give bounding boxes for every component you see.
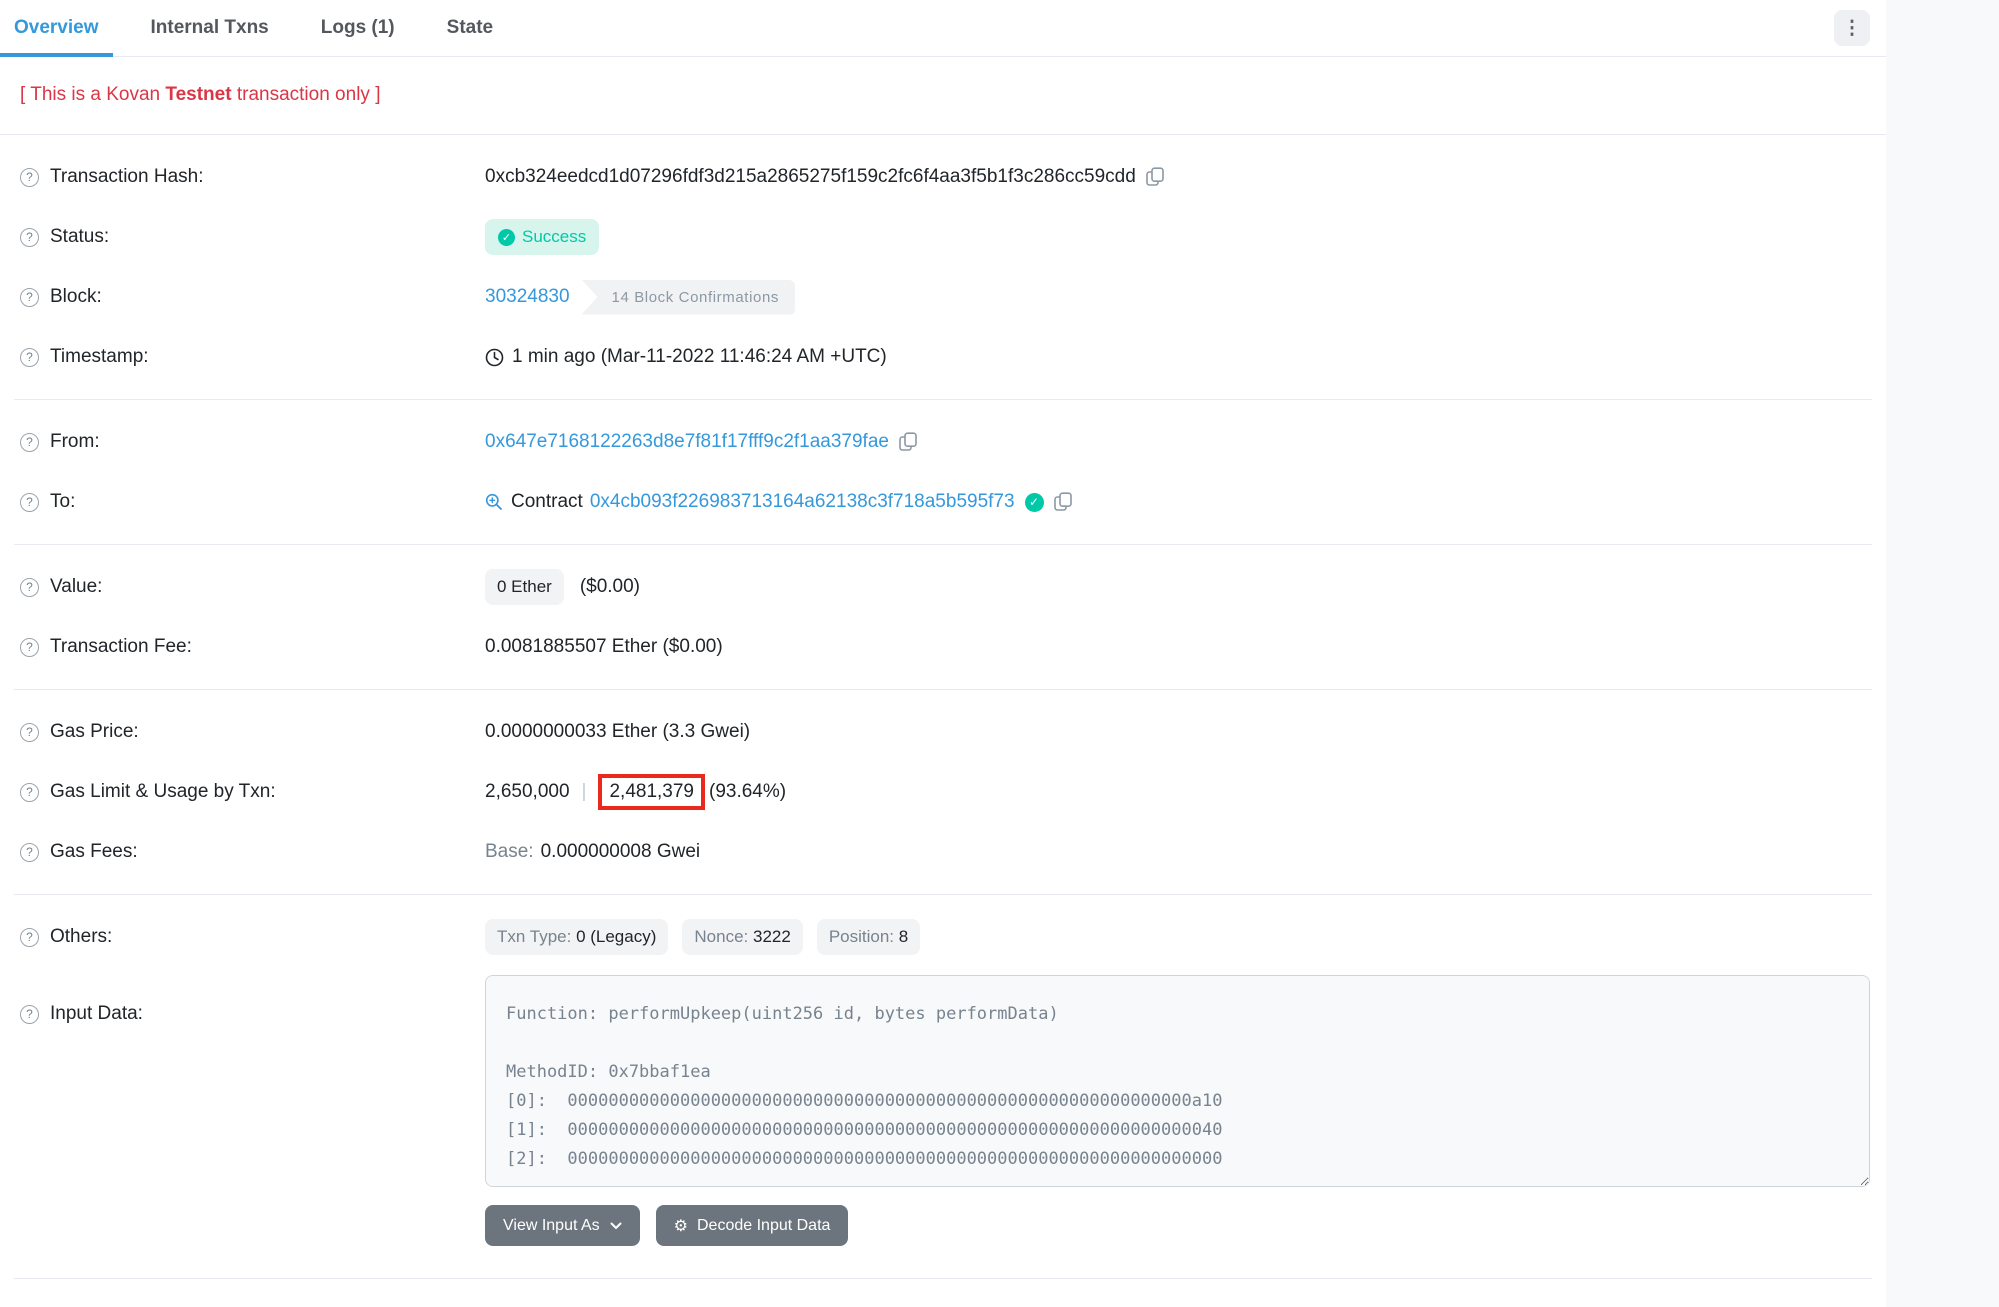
block-label: Block: — [50, 286, 102, 308]
row-from: ? From: 0x647e7168122263d8e7f81f17fff9c2f… — [14, 412, 1872, 472]
help-icon[interactable]: ? — [20, 723, 39, 742]
transaction-detail-card: Overview Internal Txns Logs (1) State ⋮ … — [0, 0, 1886, 1307]
verified-check-icon: ✓ — [1025, 493, 1044, 512]
help-icon[interactable]: ? — [20, 433, 39, 452]
help-icon[interactable]: ? — [20, 228, 39, 247]
help-icon[interactable]: ? — [20, 928, 39, 947]
tab-logs[interactable]: Logs (1) — [307, 0, 409, 56]
annotation-box: 2,481,379 — [598, 774, 705, 810]
status-label: Status: — [50, 226, 109, 248]
txn-type-badge: Txn Type: 0 (Legacy) — [485, 919, 668, 955]
status-badge: ✓ Success — [485, 219, 599, 255]
position-badge: Position: 8 — [817, 919, 920, 955]
gas-limit-value: 2,650,000 — [485, 781, 570, 803]
tab-internal-txns[interactable]: Internal Txns — [137, 0, 283, 56]
help-icon[interactable]: ? — [20, 348, 39, 367]
row-block: ? Block: 30324830 14 Block Confirmations — [14, 267, 1872, 327]
row-gas-limit-usage: ? Gas Limit & Usage by Txn: 2,650,000 | 2… — [14, 762, 1872, 822]
base-fee-label: Base: — [485, 841, 534, 863]
to-type: Contract — [511, 491, 583, 513]
row-timestamp: ? Timestamp: 1 min ago (Mar-11-2022 11:46… — [14, 327, 1872, 387]
base-fee-value: 0.000000008 Gwei — [541, 841, 701, 863]
transaction-hash-value: 0xcb324eedcd1d07296fdf3d215a2865275f159c… — [485, 166, 1136, 188]
copy-icon[interactable] — [1146, 167, 1164, 187]
gas-used-percent: (93.64%) — [709, 781, 786, 803]
timestamp-label: Timestamp: — [50, 346, 149, 368]
ether-value-badge: 0 Ether — [485, 569, 564, 605]
section-addresses: ? From: 0x647e7168122263d8e7f81f17fff9c2f… — [14, 400, 1872, 545]
value-label: Value: — [50, 576, 102, 598]
input-data-label: Input Data: — [50, 1003, 143, 1025]
testnet-notice: [ This is a Kovan Testnet transaction on… — [0, 57, 1886, 135]
separator: | — [582, 781, 587, 803]
others-label: Others: — [50, 926, 112, 948]
row-gas-fees: ? Gas Fees: Base: 0.000000008 Gwei — [14, 822, 1872, 882]
help-icon[interactable]: ? — [20, 493, 39, 512]
row-transaction-hash: ? Transaction Hash: 0xcb324eedcd1d07296fd… — [14, 147, 1872, 207]
section-others-input: ? Others: Txn Type: 0 (Legacy) Nonce: 322… — [14, 895, 1872, 1278]
help-icon[interactable]: ? — [20, 783, 39, 802]
check-circle-icon: ✓ — [498, 229, 515, 246]
help-icon[interactable]: ? — [20, 288, 39, 307]
section-gas: ? Gas Price: 0.0000000033 Ether (3.3 Gwei… — [14, 690, 1872, 895]
block-confirmations-badge: 14 Block Confirmations — [582, 280, 795, 315]
from-label: From: — [50, 431, 100, 453]
tab-bar: Overview Internal Txns Logs (1) State ⋮ — [0, 0, 1886, 57]
chevron-down-icon — [610, 1222, 622, 1230]
input-data-textarea[interactable]: Function: performUpkeep(uint256 id, byte… — [485, 975, 1870, 1187]
decode-gears-icon: ⚙ — [674, 1216, 688, 1236]
gas-fees-label: Gas Fees: — [50, 841, 138, 863]
value-usd: ($0.00) — [580, 576, 640, 598]
transaction-fee-label: Transaction Fee: — [50, 636, 192, 658]
gas-price-label: Gas Price: — [50, 721, 139, 743]
block-number-link[interactable]: 30324830 — [485, 286, 570, 308]
help-icon[interactable]: ? — [20, 638, 39, 657]
bottom-divider — [14, 1278, 1872, 1300]
copy-icon[interactable] — [1054, 492, 1072, 512]
row-others: ? Others: Txn Type: 0 (Legacy) Nonce: 322… — [14, 907, 1872, 967]
tab-overview[interactable]: Overview — [0, 0, 113, 56]
section-value-fee: ? Value: 0 Ether ($0.00) ? Transaction Fee… — [14, 545, 1872, 690]
row-transaction-fee: ? Transaction Fee: 0.0081885507 Ether ($0… — [14, 617, 1872, 677]
row-status: ? Status: ✓ Success — [14, 207, 1872, 267]
gas-limit-label: Gas Limit & Usage by Txn: — [50, 781, 276, 803]
transaction-hash-label: Transaction Hash: — [50, 166, 203, 188]
from-address-link[interactable]: 0x647e7168122263d8e7f81f17fff9c2f1aa379f… — [485, 431, 889, 453]
kebab-icon: ⋮ — [1843, 17, 1862, 40]
status-value: Success — [522, 227, 586, 247]
copy-icon[interactable] — [899, 432, 917, 452]
gas-used-value: 2,481,379 — [609, 781, 694, 802]
decode-input-data-button[interactable]: ⚙ Decode Input Data — [656, 1205, 849, 1246]
row-to: ? To: Contract 0x4cb093f226983713164a6213… — [14, 472, 1872, 532]
view-input-as-button[interactable]: View Input As — [485, 1205, 640, 1246]
nonce-badge: Nonce: 3222 — [682, 919, 802, 955]
to-label: To: — [50, 491, 75, 513]
kebab-menu-button[interactable]: ⋮ — [1834, 10, 1870, 46]
gas-price-value: 0.0000000033 Ether (3.3 Gwei) — [485, 721, 750, 743]
tab-state[interactable]: State — [433, 0, 507, 56]
help-icon[interactable]: ? — [20, 578, 39, 597]
help-icon[interactable]: ? — [20, 1005, 39, 1024]
section-overview-top: ? Transaction Hash: 0xcb324eedcd1d07296fd… — [14, 135, 1872, 400]
row-value: ? Value: 0 Ether ($0.00) — [14, 557, 1872, 617]
row-input-data: ? Input Data: Function: performUpkeep(uin… — [14, 975, 1872, 1246]
row-gas-price: ? Gas Price: 0.0000000033 Ether (3.3 Gwei… — [14, 702, 1872, 762]
to-address-link[interactable]: 0x4cb093f226983713164a62138c3f718a5b595f… — [590, 491, 1015, 513]
search-plus-icon[interactable] — [485, 493, 503, 511]
help-icon[interactable]: ? — [20, 843, 39, 862]
help-icon[interactable]: ? — [20, 168, 39, 187]
clock-icon — [485, 348, 504, 367]
transaction-fee-value: 0.0081885507 Ether ($0.00) — [485, 636, 723, 658]
timestamp-value: 1 min ago (Mar-11-2022 11:46:24 AM +UTC) — [512, 346, 887, 368]
